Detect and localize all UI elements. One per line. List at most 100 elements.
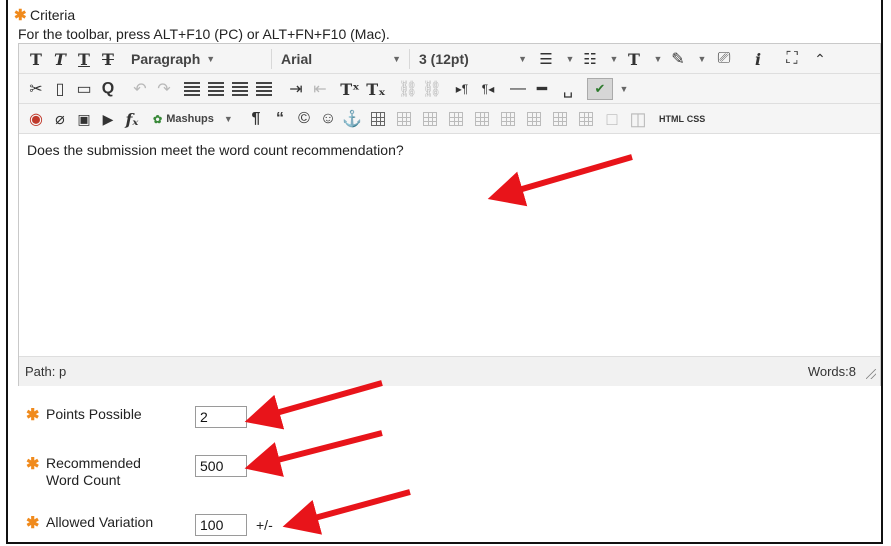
grid-shape xyxy=(449,112,463,126)
math-icon[interactable]: fₓ xyxy=(121,108,143,130)
required-star-icon: ✱ xyxy=(26,515,40,532)
table-col-before-icon[interactable] xyxy=(471,108,493,130)
table-split-icon[interactable] xyxy=(549,108,571,130)
grid-shape xyxy=(371,112,385,126)
grid-shape xyxy=(475,112,489,126)
attach-icon[interactable]: ⌀ xyxy=(49,108,71,130)
link-icon[interactable]: ⛓ xyxy=(397,78,419,100)
grid-shape xyxy=(527,112,541,126)
highlight-icon[interactable]: ✎ xyxy=(667,48,689,70)
toolbar-hint: For the toolbar, press ALT+F10 (PC) or A… xyxy=(18,26,390,42)
align-center-icon[interactable] xyxy=(205,78,227,100)
italic-icon[interactable]: T xyxy=(49,48,71,70)
table-row-before-icon[interactable] xyxy=(393,108,415,130)
html-source-button[interactable]: HTML xyxy=(659,108,684,130)
required-star-icon: ✱ xyxy=(14,7,27,24)
anchor-icon[interactable]: ⚓ xyxy=(341,108,363,130)
copy-icon[interactable]: ▯ xyxy=(49,78,71,100)
superscript-icon[interactable]: Tˣ xyxy=(339,78,361,100)
grid-shape xyxy=(423,112,437,126)
table-merge-icon[interactable] xyxy=(575,108,597,130)
grid-shape xyxy=(553,112,567,126)
chevron-down-icon[interactable]: ▼ xyxy=(647,48,669,70)
chevron-down-icon: ▼ xyxy=(206,54,216,64)
horizontal-line-icon[interactable]: — xyxy=(507,78,529,100)
text-color-icon[interactable]: T xyxy=(623,48,645,70)
allowed-variation-label: Allowed Variation xyxy=(46,514,154,530)
toolbar-row-2: ✂ ▯ ▭ Q ↶ ↷ ⇥ ⇤ Tˣ Tₓ ⛓ ⛓ ▸¶ ¶◂ — ━ ␣ ✔ … xyxy=(19,74,880,104)
row-props-icon[interactable]: ◫ xyxy=(627,108,649,130)
align-lines xyxy=(208,82,224,96)
spellcheck-icon[interactable]: ✔ xyxy=(587,78,613,100)
table-delete-row-icon[interactable] xyxy=(445,108,467,130)
collapse-icon[interactable]: ⌃ xyxy=(809,48,831,70)
grid-shape xyxy=(501,112,515,126)
paste-icon[interactable]: ▭ xyxy=(73,78,95,100)
recommended-word-count-input[interactable] xyxy=(195,455,247,477)
find-icon[interactable]: Q xyxy=(97,78,119,100)
chevron-down-icon[interactable]: ▼ xyxy=(603,48,625,70)
size-select-value: 3 (12pt) xyxy=(419,51,469,67)
cut-icon[interactable]: ✂ xyxy=(25,78,47,100)
recommended-word-count-label: Recommended Word Count xyxy=(46,455,141,489)
numbered-list-icon[interactable]: ☷ xyxy=(579,48,601,70)
paragraph-mark-icon[interactable]: ¶ xyxy=(245,108,267,130)
ltr-icon[interactable]: ▸¶ xyxy=(451,78,473,100)
fullscreen-icon[interactable]: ⛶ xyxy=(781,48,803,70)
allowed-variation-input[interactable] xyxy=(195,514,247,536)
required-star-icon: ✱ xyxy=(26,456,40,473)
grid-shape xyxy=(397,112,411,126)
cell-props-icon[interactable]: □ xyxy=(601,108,623,130)
align-lines xyxy=(256,82,272,96)
editor-content-area[interactable]: Does the submission meet the word count … xyxy=(19,134,880,384)
mashups-select[interactable]: ✿ Mashups ▼ xyxy=(153,108,233,130)
wc-label-line2: Word Count xyxy=(46,472,121,488)
chevron-down-icon[interactable]: ▼ xyxy=(691,48,713,70)
format-select[interactable]: Paragraph ▼ xyxy=(131,48,215,70)
chevron-down-icon: ▼ xyxy=(518,54,527,64)
redo-icon[interactable]: ↷ xyxy=(153,78,175,100)
size-select[interactable]: 3 (12pt) ▼ xyxy=(419,48,527,70)
strikethrough-icon[interactable]: T xyxy=(97,48,119,70)
bullet-list-icon[interactable]: ☰ xyxy=(535,48,557,70)
thick-line-icon[interactable]: ━ xyxy=(531,78,553,100)
table-row-after-icon[interactable] xyxy=(419,108,441,130)
criteria-heading: ✱ Criteria xyxy=(14,6,75,24)
font-select[interactable]: Arial ▼ xyxy=(281,48,401,70)
chevron-down-icon: ▼ xyxy=(223,114,233,124)
emoticon-icon[interactable]: ☺ xyxy=(317,108,339,130)
subscript-icon[interactable]: Tₓ xyxy=(365,78,387,100)
chevron-down-icon: ▼ xyxy=(392,54,401,64)
format-select-value: Paragraph xyxy=(131,51,201,67)
nonbreaking-space-icon[interactable]: ␣ xyxy=(557,78,579,100)
path-label: Path: p xyxy=(25,364,67,379)
info-icon[interactable]: i xyxy=(747,48,769,70)
media-icon[interactable]: ▶ xyxy=(97,108,119,130)
indent-icon[interactable]: ⇥ xyxy=(285,78,307,100)
underline-icon[interactable]: T xyxy=(73,48,95,70)
points-possible-input[interactable] xyxy=(195,406,247,428)
css-button[interactable]: CSS xyxy=(685,108,707,130)
record-icon[interactable]: ◉ xyxy=(25,108,47,130)
table-col-after-icon[interactable] xyxy=(497,108,519,130)
rtl-icon[interactable]: ¶◂ xyxy=(477,78,499,100)
undo-icon[interactable]: ↶ xyxy=(129,78,151,100)
unlink-icon[interactable]: ⛓ xyxy=(421,78,443,100)
rich-text-editor: T T T T Paragraph ▼ Arial ▼ 3 (12pt) ▼ ☰ ▼ … xyxy=(18,43,881,386)
justify-icon[interactable] xyxy=(253,78,275,100)
copyright-icon[interactable]: © xyxy=(293,108,315,130)
bold-icon[interactable]: T xyxy=(25,48,47,70)
blockquote-icon[interactable]: “ xyxy=(269,108,291,130)
table-icon[interactable] xyxy=(367,108,389,130)
mashups-label: Mashups xyxy=(166,113,214,125)
chevron-down-icon[interactable]: ▼ xyxy=(559,48,581,70)
editor-status-bar: Path: p Words:8 xyxy=(19,356,880,386)
table-delete-col-icon[interactable] xyxy=(523,108,545,130)
preview-icon[interactable]: ⎚ xyxy=(713,48,735,70)
align-left-icon[interactable] xyxy=(181,78,203,100)
outdent-icon[interactable]: ⇤ xyxy=(309,78,331,100)
resize-grip-icon[interactable] xyxy=(866,369,876,379)
chevron-down-icon[interactable]: ▼ xyxy=(613,78,635,100)
align-right-icon[interactable] xyxy=(229,78,251,100)
image-icon[interactable]: ▣ xyxy=(73,108,95,130)
